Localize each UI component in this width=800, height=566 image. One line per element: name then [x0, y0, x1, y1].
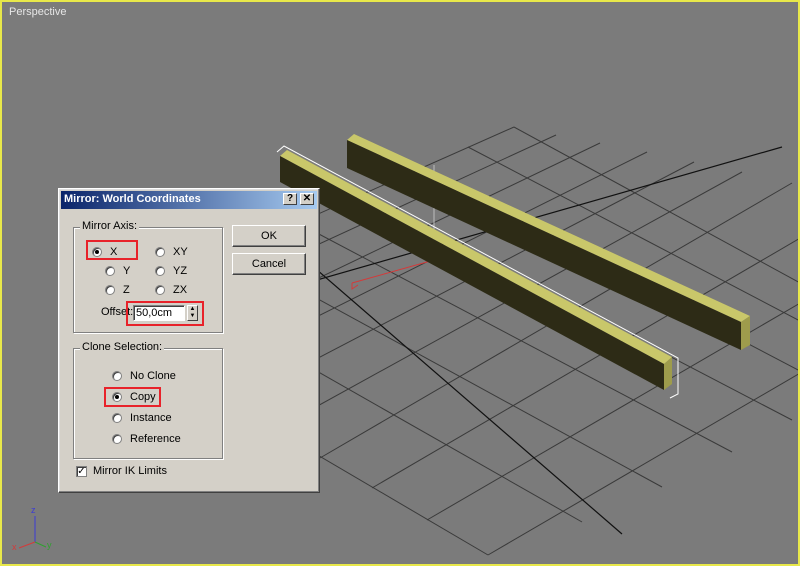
clone-selection-label: Clone Selection: — [80, 341, 165, 353]
close-button[interactable]: ✕ — [300, 193, 314, 205]
radio-icon — [155, 285, 165, 295]
axis-xy-radio[interactable]: XY — [155, 245, 188, 259]
radio-icon — [155, 266, 165, 276]
dialog-title-bar[interactable]: Mirror: World Coordinates ? ✕ — [61, 191, 317, 209]
gizmo-y-label: y — [47, 540, 52, 550]
radio-selected-icon — [92, 247, 102, 257]
axis-z-radio[interactable]: Z — [105, 283, 130, 297]
dialog-title: Mirror: World Coordinates — [64, 193, 201, 205]
radio-icon — [105, 285, 115, 295]
axis-x-radio[interactable]: X — [92, 245, 117, 259]
reference-radio[interactable]: Reference — [112, 432, 181, 446]
mirror-ik-label: Mirror IK Limits — [93, 465, 167, 477]
mirror-ik-checkbox[interactable]: ✓ — [76, 466, 87, 477]
help-button[interactable]: ? — [283, 193, 297, 205]
mirror-dialog: Mirror: World Coordinates ? ✕ Mirror Axi… — [58, 188, 320, 493]
axis-xy-label: XY — [173, 246, 188, 258]
view-gizmo — [18, 516, 47, 549]
axis-yz-label: YZ — [173, 265, 188, 277]
viewport-label: Perspective — [9, 6, 67, 18]
radio-icon — [112, 371, 122, 381]
axis-yz-radio[interactable]: YZ — [155, 264, 187, 278]
radio-icon — [155, 247, 165, 257]
gizmo-z-label: z — [31, 505, 36, 515]
axis-y-label: Y — [123, 265, 131, 277]
offset-label: Offset: — [101, 306, 134, 318]
axis-zx-label: ZX — [173, 284, 188, 296]
radio-icon — [112, 434, 122, 444]
radio-selected-icon — [112, 392, 122, 402]
copy-radio[interactable]: Copy — [112, 390, 156, 404]
mirror-axis-label: Mirror Axis: — [80, 220, 139, 232]
radio-icon — [105, 266, 115, 276]
axis-x-label: X — [110, 246, 118, 258]
instance-radio[interactable]: Instance — [112, 411, 172, 425]
axis-zx-radio[interactable]: ZX — [155, 283, 187, 297]
radio-icon — [112, 413, 122, 423]
axis-y-radio[interactable]: Y — [105, 264, 130, 278]
reference-label: Reference — [130, 433, 181, 445]
offset-spinner[interactable]: ▲ ▼ — [187, 305, 198, 321]
instance-label: Instance — [130, 412, 172, 424]
copy-label: Copy — [130, 391, 156, 403]
no-clone-radio[interactable]: No Clone — [112, 369, 176, 383]
offset-input[interactable]: 50,0cm — [133, 305, 185, 321]
axis-z-label: Z — [123, 284, 130, 296]
cancel-button[interactable]: Cancel — [232, 253, 306, 275]
no-clone-label: No Clone — [130, 370, 176, 382]
gizmo-x-label: x — [12, 542, 17, 552]
ok-button[interactable]: OK — [232, 225, 306, 247]
